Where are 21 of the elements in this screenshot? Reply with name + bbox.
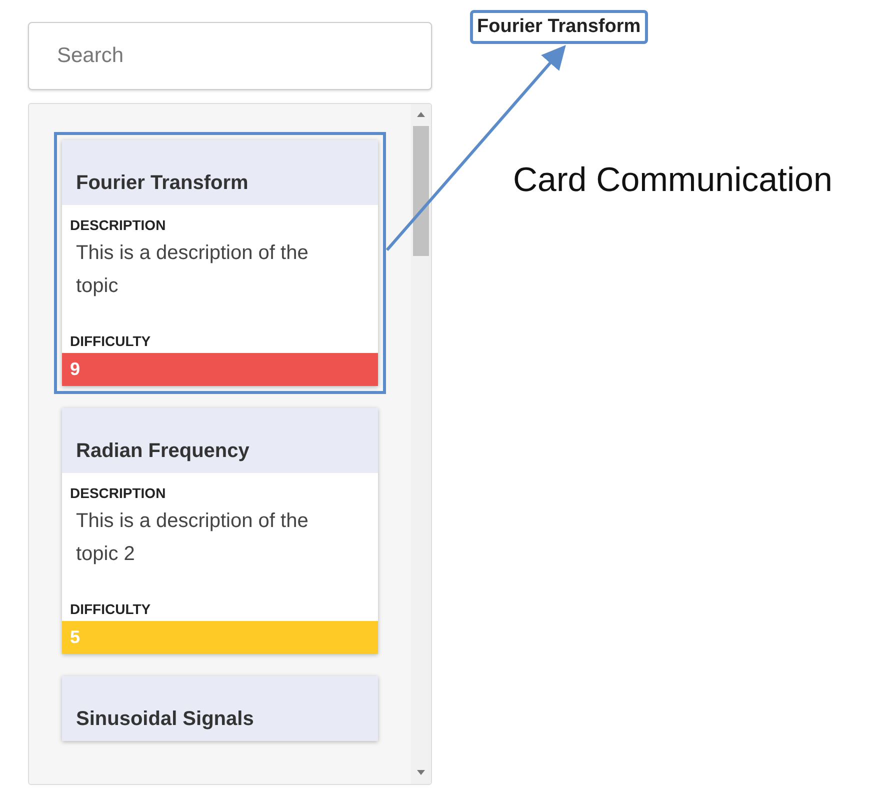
topic-card[interactable]: Sinusoidal Signals: [62, 676, 378, 741]
scroll-up-icon[interactable]: [416, 111, 426, 117]
card-title: Sinusoidal Signals: [76, 708, 254, 731]
scrollbar[interactable]: [411, 104, 431, 784]
difficulty-bar: 5: [62, 621, 378, 654]
difficulty-bar: 9: [62, 353, 378, 386]
topic-card[interactable]: Fourier Transform DESCRIPTION This is a description of the topic DIFFICULTY 9: [62, 140, 378, 386]
field-label: DESCRIPTION: [69, 485, 167, 501]
caption: Card Communication: [513, 161, 832, 200]
card-description: This is a description of the topic: [75, 241, 310, 299]
card-description: This is a description of the topic 2: [75, 509, 310, 567]
topic-card[interactable]: Radian Frequency DESCRIPTION This is a description of the topic 2 DIFFICULTY 5: [62, 408, 378, 654]
field-label: DIFFICULTY: [69, 601, 152, 617]
scroll-down-icon[interactable]: [416, 770, 426, 776]
field-label: DIFFICULTY: [69, 333, 152, 349]
card-title: Radian Frequency: [76, 440, 250, 463]
callout-label: Fourier Transform: [470, 10, 648, 44]
field-label: DESCRIPTION: [69, 217, 167, 233]
search-field[interactable]: Search: [28, 22, 432, 90]
scroll-thumb[interactable]: [413, 126, 429, 256]
card-title: Fourier Transform: [76, 172, 248, 195]
